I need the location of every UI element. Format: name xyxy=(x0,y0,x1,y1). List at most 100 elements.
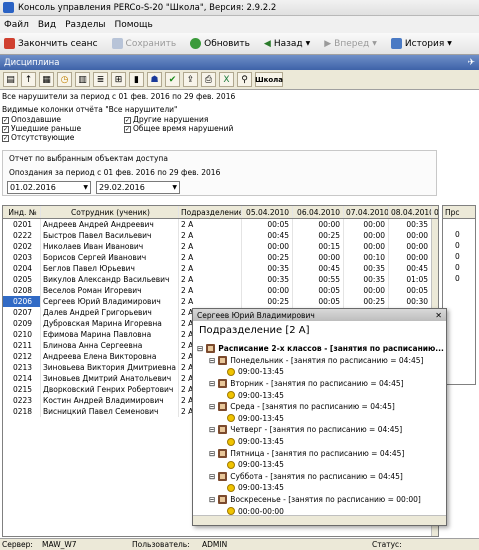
schedule-day[interactable]: ⊟ Вторник - [занятия по расписанию = 04:4… xyxy=(197,378,444,390)
schedule-day[interactable]: ⊟ Пятница - [занятия по расписанию = 04:4… xyxy=(197,447,444,459)
table-row[interactable]: 0208 Веселов Роман Игоревич 2 А 00:00 00:05 0… xyxy=(3,285,438,296)
schedule-interval: 09:00-13:45 xyxy=(197,366,444,378)
excel-icon[interactable]: X xyxy=(219,72,234,87)
schedule-popup[interactable]: Сергеев Юрий Владимирович ✕ Подразделени… xyxy=(192,308,447,526)
schedule-day[interactable]: ⊟ Воскресенье - [занятия по расписанию = … xyxy=(197,494,444,506)
table-row[interactable]: 0202 Николаев Иван Иванович 2 А 00:00 00:15 0… xyxy=(3,241,438,252)
history-dropdown-icon[interactable]: ▼ xyxy=(447,40,452,47)
back-dropdown-icon[interactable]: ▼ xyxy=(306,40,311,47)
collapse-icon[interactable]: ⊟ xyxy=(209,495,215,504)
clock-icon[interactable]: ◷ xyxy=(57,72,72,87)
collapse-icon[interactable]: ⊟ xyxy=(209,402,215,411)
menu-file[interactable]: Файл xyxy=(4,20,29,30)
popup-scrollbar[interactable] xyxy=(193,515,446,525)
checkbox-late-box[interactable]: ✓ xyxy=(2,116,9,124)
col-dept[interactable]: Подразделение xyxy=(179,206,242,218)
schedule-day[interactable]: ⊟ Среда - [занятия по расписанию = 04:45] xyxy=(197,401,444,413)
schedule-interval: 09:00-13:45 xyxy=(197,413,444,425)
date-to-dropdown-icon[interactable]: ▼ xyxy=(172,184,177,191)
col-date-1[interactable]: 05.04.2010 xyxy=(242,206,293,218)
forward-dropdown-icon[interactable]: ▼ xyxy=(372,40,377,47)
checkbox-late[interactable]: ✓ Опоздавшие xyxy=(2,115,61,124)
schedule-day[interactable]: ⊟ Суббота - [занятия по расписанию = 04:4… xyxy=(197,471,444,483)
checkbox-total-time[interactable]: ✓ Общее время нарушений xyxy=(124,124,233,133)
status-bar: Сервер: MAW_W7 Пользователь: ADMIN Стату… xyxy=(0,538,479,550)
table-cell: 00:00 xyxy=(344,230,389,241)
menu-view[interactable]: Вид xyxy=(38,20,56,30)
col-date-3[interactable]: 07.04.2010 xyxy=(344,206,389,218)
table-cell: 2 А xyxy=(179,263,242,274)
table-cell: 0201 xyxy=(3,219,41,230)
table-row[interactable]: 0203 Борисов Сергей Иванович 2 А 00:25 00:00… xyxy=(3,252,438,263)
popup-caption-bar: Сергеев Юрий Владимирович ✕ xyxy=(193,309,446,321)
section-pin-icon[interactable]: ✈ xyxy=(467,58,475,68)
schedule-tree: ⊟ Расписание 2-х классов - [занятия по ра… xyxy=(197,343,444,517)
check-icon[interactable]: ✔ xyxy=(165,72,180,87)
schedule-day[interactable]: ⊟ Понедельник - [занятия по расписанию = … xyxy=(197,355,444,367)
print-icon[interactable]: ⎙ xyxy=(201,72,216,87)
refresh-button[interactable]: Обновить xyxy=(190,38,250,49)
list-icon[interactable]: ≣ xyxy=(93,72,108,87)
user-label: Пользователь: xyxy=(132,540,190,549)
table-cell: 00:00 xyxy=(242,241,293,252)
collapse-icon[interactable]: ⊟ xyxy=(209,379,215,388)
schedule-day-label: Понедельник - [занятия по расписанию = 0… xyxy=(230,355,424,365)
checkbox-other[interactable]: ✓ Другие нарушения xyxy=(124,115,208,124)
schedule-root[interactable]: ⊟ Расписание 2-х классов - [занятия по ра… xyxy=(197,343,444,355)
col-date-5[interactable]: 0 xyxy=(432,206,438,218)
menu-help[interactable]: Помощь xyxy=(114,20,152,30)
collapse-icon[interactable]: ⊟ xyxy=(209,425,215,434)
checkbox-left-early-box[interactable]: ✓ xyxy=(2,125,9,133)
status-label: Статус: xyxy=(372,540,402,549)
col-name[interactable]: Сотрудник (ученик) xyxy=(41,206,179,218)
table-row[interactable]: 0206 Сергеев Юрий Владимирович 2 А 00:25 00:… xyxy=(3,296,438,307)
back-button[interactable]: ◀ Назад ▼ xyxy=(264,39,310,49)
table-row[interactable]: 0201 Андреев Андрей Андреевич 2 А 00:05 00:0… xyxy=(3,219,438,230)
menu-sections[interactable]: Разделы xyxy=(65,20,105,30)
side-summary-pane: Прс 0 0 0 0 0 xyxy=(442,205,476,385)
table-cell: 00:00 xyxy=(344,219,389,230)
schedule-day-label: Среда - [занятия по расписанию = 04:45] xyxy=(230,402,395,412)
close-icon[interactable]: ✕ xyxy=(435,311,442,320)
collapse-icon[interactable]: ⊟ xyxy=(209,472,215,481)
calendar-icon xyxy=(218,471,228,481)
pointer-icon[interactable]: ↑ xyxy=(21,72,36,87)
end-session-button[interactable]: Закончить сеанс xyxy=(4,38,98,49)
date-from-dropdown-icon[interactable]: ▼ xyxy=(83,184,88,191)
table-cell: 0206 xyxy=(3,296,41,307)
table-icon[interactable]: ▦ xyxy=(39,72,54,87)
school-button[interactable]: Школа xyxy=(255,72,283,87)
table-cell: 00:45 xyxy=(242,230,293,241)
search-icon[interactable]: ⚲ xyxy=(237,72,252,87)
checkbox-absent[interactable]: ✓ Отсутствующие xyxy=(2,133,74,142)
col-date-4[interactable]: 08.04.2010 xyxy=(389,206,432,218)
collapse-icon[interactable]: ⊟ xyxy=(209,449,215,458)
col-date-2[interactable]: 06.04.2010 xyxy=(293,206,344,218)
collapse-icon[interactable]: ⊟ xyxy=(209,356,215,365)
checkbox-left-early[interactable]: ✓ Ушедшие раньше xyxy=(2,124,81,133)
table-row[interactable]: 0222 Быстров Павел Васильевич 2 А 00:45 00:2… xyxy=(3,230,438,241)
collapse-icon[interactable]: ⊟ xyxy=(197,344,203,353)
table-row[interactable]: 0204 Беглов Павел Юрьевич 2 А 00:35 00:45 00:… xyxy=(3,263,438,274)
export-icon[interactable]: ⇪ xyxy=(183,72,198,87)
forward-button[interactable]: ▶ Вперед ▼ xyxy=(324,39,377,49)
schedule-day[interactable]: ⊟ Четверг - [занятия по расписанию = 04:4… xyxy=(197,424,444,436)
table-cell: Дубровская Марина Игоревна xyxy=(41,318,179,329)
checkbox-total-time-box[interactable]: ✓ xyxy=(124,125,131,133)
save-button[interactable]: Сохранить xyxy=(111,38,176,49)
checkbox-absent-box[interactable]: ✓ xyxy=(2,134,9,142)
date-from-picker[interactable]: 01.02.2016 ▼ xyxy=(7,181,91,194)
table-cell: Ефимова Марина Павловна xyxy=(41,329,179,340)
table-row[interactable]: 0205 Викулов Александр Васильевич 2 А 00:35… xyxy=(3,274,438,285)
history-button[interactable]: История ▼ xyxy=(390,38,452,49)
table-cell: 0218 xyxy=(3,406,41,417)
col-id[interactable]: Инд. № xyxy=(3,206,41,218)
checkbox-other-box[interactable]: ✓ xyxy=(124,116,131,124)
chart-icon[interactable]: ▮ xyxy=(129,72,144,87)
person-icon[interactable]: ☗ xyxy=(147,72,162,87)
filter-icon[interactable]: ▥ xyxy=(75,72,90,87)
date-to-picker[interactable]: 29.02.2016 ▼ xyxy=(96,181,180,194)
print-preview-icon[interactable]: ▤ xyxy=(3,72,18,87)
tree-icon[interactable]: ⊞ xyxy=(111,72,126,87)
window-title: Консоль управления PERCo-S-20 "Школа", В… xyxy=(18,2,277,13)
